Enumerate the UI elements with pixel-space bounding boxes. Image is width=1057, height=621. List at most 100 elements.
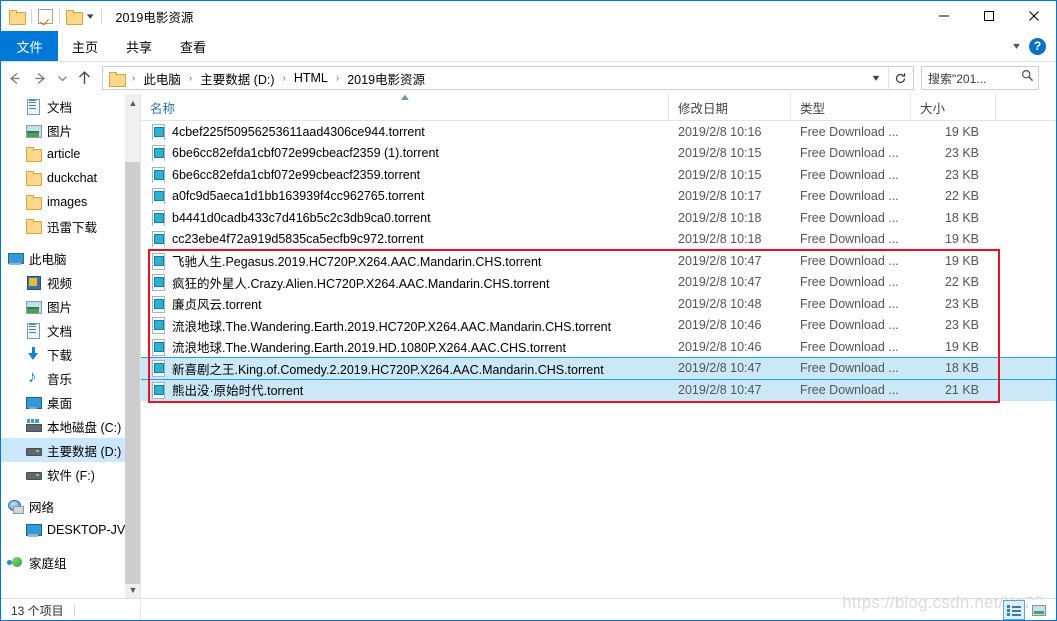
sidebar-item-4[interactable]: images xyxy=(1,190,141,214)
torrent-file-icon xyxy=(150,166,166,183)
file-name-cell[interactable]: 廉贞风云.torrent xyxy=(141,294,669,313)
breadcrumb-separator[interactable]: › xyxy=(278,73,291,84)
search-input[interactable] xyxy=(928,71,1021,85)
sidebar-item-3[interactable]: duckchat xyxy=(1,166,141,190)
table-row[interactable]: 6be6cc82efda1cbf072e99cbeacf2359.torrent… xyxy=(141,164,1056,186)
arrow-up-icon[interactable] xyxy=(71,65,97,91)
file-size-cell: 19 KB xyxy=(944,232,979,247)
table-row[interactable]: 流浪地球.The.Wandering.Earth.2019.HD.1080P.X… xyxy=(141,336,1056,358)
file-name-cell[interactable]: 6be6cc82efda1cbf072e99cbeacf2359 (1).tor… xyxy=(141,145,669,162)
file-name-cell[interactable]: a0fc9d5aeca1d1bb163939f4cc962765.torrent xyxy=(141,188,669,205)
column-header-name[interactable]: ▲ 名称 xyxy=(141,94,669,121)
sidebar-item-12[interactable]: 桌面 xyxy=(1,390,141,414)
breadcrumb-separator[interactable]: › xyxy=(331,73,344,84)
file-name-label: 6be6cc82efda1cbf072e99cbeacf2359.torrent xyxy=(172,167,421,182)
breadcrumb-current-folder[interactable]: 2019电影资源 xyxy=(344,69,428,88)
sidebar-item-7[interactable]: 视频 xyxy=(1,270,141,294)
file-type-cell: Free Download ... xyxy=(800,318,899,333)
sidebar-item-10[interactable]: 下载 xyxy=(1,342,141,366)
file-name-cell[interactable]: 新喜剧之王.King.of.Comedy.2.2019.HC720P.X264.… xyxy=(141,359,669,378)
file-name-cell[interactable]: 6be6cc82efda1cbf072e99cbeacf2359.torrent xyxy=(141,166,669,183)
file-date-cell: 2019/2/8 10:15 xyxy=(678,146,762,161)
chevron-down-icon[interactable]: ▾ xyxy=(1013,41,1020,52)
homegroup-icon xyxy=(7,554,23,570)
minimize-icon[interactable] xyxy=(921,1,966,31)
file-name-cell[interactable]: 飞驰人生.Pegasus.2019.HC720P.X264.AAC.Mandar… xyxy=(141,251,669,270)
sidebar-item-13[interactable]: 本地磁盘 (C:) xyxy=(1,414,141,438)
sidebar-item-5[interactable]: 迅雷下载 xyxy=(1,214,141,238)
sidebar-item-8[interactable]: 图片 xyxy=(1,294,141,318)
sidebar-item-label: images xyxy=(47,195,88,209)
file-name-label: 熊出没·原始时代.torrent xyxy=(172,384,304,399)
file-name-cell[interactable]: 4cbef225f50956253611aad4306ce944.torrent xyxy=(141,123,669,140)
sidebar-item-9[interactable]: 文档 xyxy=(1,318,141,342)
tab-view[interactable]: 查看 xyxy=(166,31,220,61)
torrent-file-icon xyxy=(150,188,166,205)
file-name-cell[interactable]: 熊出没·原始时代.torrent xyxy=(141,380,669,399)
table-row[interactable]: 4cbef225f50956253611aad4306ce944.torrent… xyxy=(141,121,1056,143)
table-row[interactable]: 疯狂的外星人.Crazy.Alien.HC720P.X264.AAC.Manda… xyxy=(141,272,1056,294)
chevron-down-icon[interactable]: ▼ xyxy=(125,581,141,598)
file-name-cell[interactable]: 流浪地球.The.Wandering.Earth.2019.HC720P.X26… xyxy=(141,316,669,335)
table-row[interactable]: 流浪地球.The.Wandering.Earth.2019.HC720P.X26… xyxy=(141,315,1056,337)
sidebar-item-6[interactable]: 此电脑 xyxy=(1,246,141,270)
sidebar-item-11[interactable]: 音乐 xyxy=(1,366,141,390)
sidebar-item-0[interactable]: 文档 xyxy=(1,94,141,118)
file-date-cell: 2019/2/8 10:16 xyxy=(678,124,762,139)
recent-locations-icon[interactable] xyxy=(53,65,71,91)
torrent-file-icon xyxy=(150,295,166,313)
nav-group-gap xyxy=(1,542,141,550)
search-icon[interactable] xyxy=(1021,69,1034,87)
table-row[interactable]: 飞驰人生.Pegasus.2019.HC720P.X264.AAC.Mandar… xyxy=(141,250,1056,272)
sidebar-item-17[interactable]: DESKTOP-JVVA xyxy=(1,518,141,542)
column-header-size[interactable]: 大小 xyxy=(911,94,996,121)
file-name-cell[interactable]: 流浪地球.The.Wandering.Earth.2019.HD.1080P.X… xyxy=(141,337,669,356)
breadcrumb-this-pc[interactable]: 此电脑 xyxy=(140,69,184,88)
details-view-icon[interactable] xyxy=(1003,600,1025,620)
tab-share[interactable]: 共享 xyxy=(112,31,166,61)
sidebar-item-1[interactable]: 图片 xyxy=(1,118,141,142)
breadcrumb-separator[interactable]: › xyxy=(127,73,140,84)
refresh-icon[interactable] xyxy=(888,67,912,89)
file-name-cell[interactable]: 疯狂的外星人.Crazy.Alien.HC720P.X264.AAC.Manda… xyxy=(141,273,669,292)
maximize-icon[interactable] xyxy=(966,1,1011,31)
address-bar[interactable]: › 此电脑 › 主要数据 (D:) › HTML › 2019电影资源 ▾ xyxy=(102,66,914,90)
table-row[interactable]: a0fc9d5aeca1d1bb163939f4cc962765.torrent… xyxy=(141,186,1056,208)
table-row[interactable]: b4441d0cadb433c7d416b5c2c3db9ca0.torrent… xyxy=(141,207,1056,229)
video-icon xyxy=(25,274,41,290)
sidebar-item-16[interactable]: 网络 xyxy=(1,494,141,518)
breadcrumb-separator[interactable]: › xyxy=(184,73,197,84)
file-name-cell[interactable]: b4441d0cadb433c7d416b5c2c3db9ca0.torrent xyxy=(141,209,669,226)
arrow-right-icon[interactable] xyxy=(27,65,53,91)
folder-icon[interactable] xyxy=(9,9,26,25)
search-box[interactable] xyxy=(921,66,1039,90)
column-header-type[interactable]: 类型 xyxy=(791,94,911,121)
file-type-cell: Free Download ... xyxy=(800,146,899,161)
sidebar-item-2[interactable]: article xyxy=(1,142,141,166)
table-row[interactable]: 6be6cc82efda1cbf072e99cbeacf2359 (1).tor… xyxy=(141,143,1056,165)
thumbnail-view-icon[interactable] xyxy=(1028,600,1050,620)
chevron-down-icon[interactable]: ▾ xyxy=(862,67,891,89)
properties-checkbox-icon[interactable] xyxy=(38,8,53,24)
new-folder-icon[interactable] xyxy=(66,9,83,25)
table-row[interactable]: 新喜剧之王.King.of.Comedy.2.2019.HC720P.X264.… xyxy=(141,356,1056,380)
tab-file[interactable]: 文件 xyxy=(1,31,58,61)
arrow-left-icon[interactable] xyxy=(1,65,27,91)
sidebar-scrollbar[interactable]: ▲ ▼ xyxy=(125,94,141,598)
table-row[interactable]: 廉贞风云.torrent 2019/2/8 10:48 Free Download … xyxy=(141,293,1056,315)
breadcrumb-drive-d[interactable]: 主要数据 (D:) xyxy=(197,69,277,88)
chevron-down-icon[interactable]: ▾ xyxy=(87,11,94,21)
sidebar-item-15[interactable]: 软件 (F:) xyxy=(1,462,141,486)
table-row[interactable]: cc23ebe4f72a919d5835ca5ecfb9c972.torrent… xyxy=(141,229,1056,251)
sidebar-item-18[interactable]: 家庭组 xyxy=(1,550,141,574)
column-header-date[interactable]: 修改日期 xyxy=(669,94,791,121)
tab-home[interactable]: 主页 xyxy=(58,31,112,61)
breadcrumb-html[interactable]: HTML xyxy=(291,71,331,85)
sidebar-item-14[interactable]: 主要数据 (D:) xyxy=(1,438,141,462)
help-icon[interactable]: ? xyxy=(1029,37,1046,55)
close-icon[interactable] xyxy=(1011,1,1056,31)
table-row[interactable]: 熊出没·原始时代.torrent 2019/2/8 10:47 Free Downl… xyxy=(141,379,1056,401)
scrollbar-thumb[interactable] xyxy=(125,162,141,584)
file-name-cell[interactable]: cc23ebe4f72a919d5835ca5ecfb9c972.torrent xyxy=(141,231,669,248)
chevron-up-icon[interactable]: ▲ xyxy=(125,94,141,111)
